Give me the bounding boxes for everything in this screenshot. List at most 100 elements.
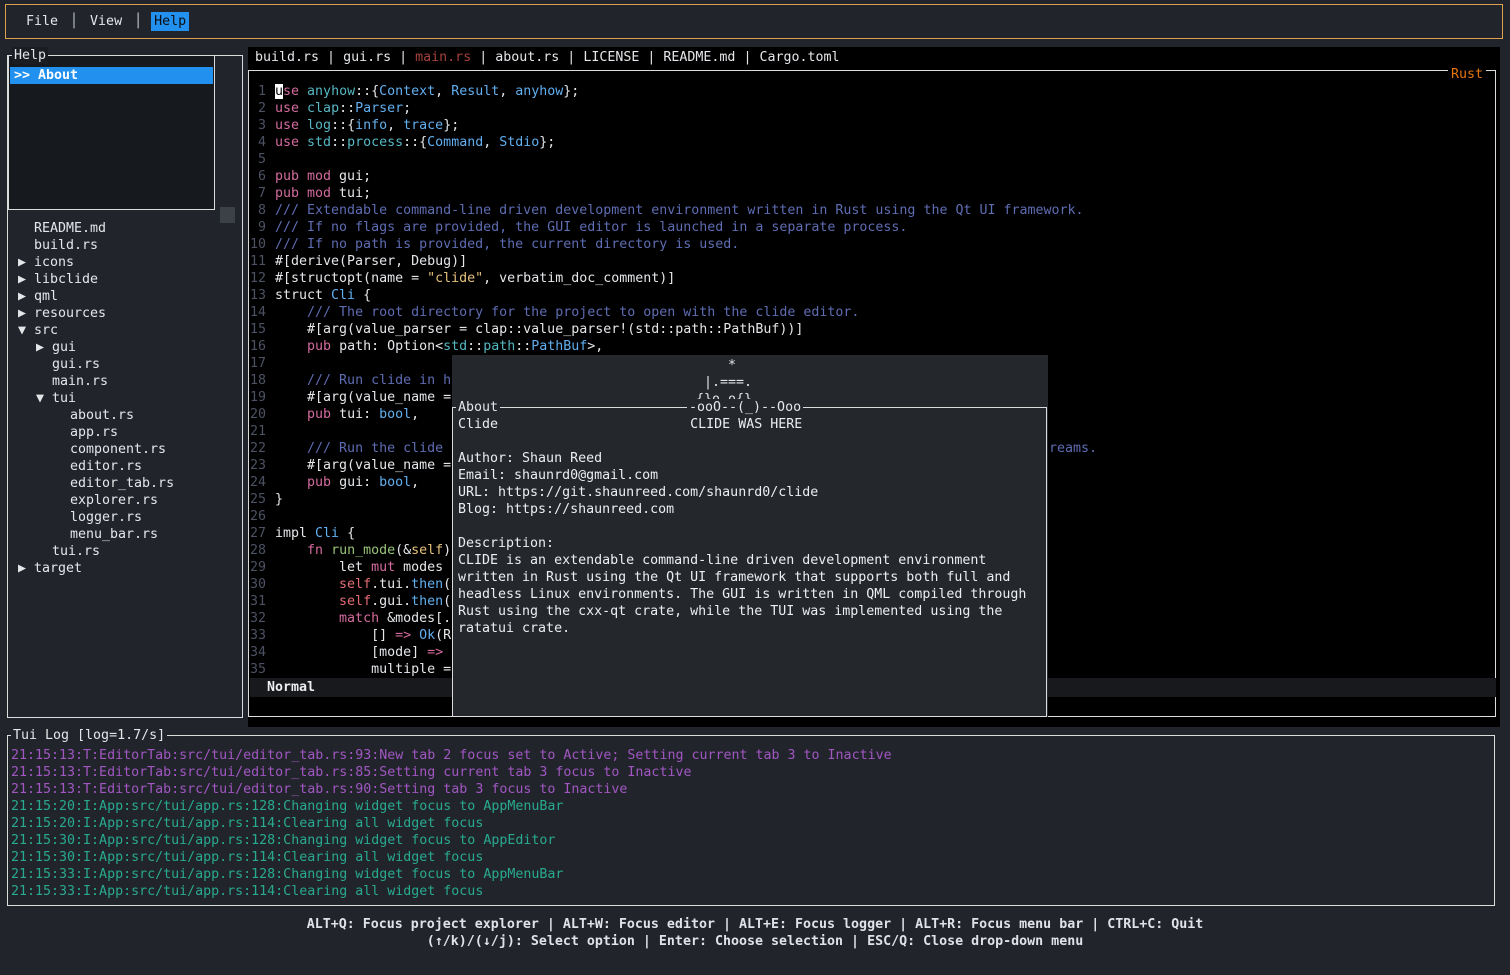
file-tree-item-label: main.rs (52, 374, 108, 389)
about-dialog-border: About -ooO--(_)--Ooo Clide CLIDE WAS HER… (452, 407, 1047, 717)
file-tree-item-gui[interactable]: ▶gui (36, 339, 76, 356)
vim-mode-indicator: Normal (267, 679, 315, 696)
code-line-28: 28 fn run_mode(&self) (250, 542, 451, 559)
line-number: 19 (250, 389, 266, 406)
line-number: 25 (250, 491, 266, 508)
dropdown-title: Help (12, 47, 48, 64)
line-number: 11 (250, 253, 266, 270)
file-tree-item-label: component.rs (70, 442, 166, 457)
code-line-16: 16 pub path: Option<std::path::PathBuf>, (250, 338, 603, 355)
menu-item-view[interactable]: View (87, 12, 125, 31)
shortcut-line-1: ALT+Q: Focus project explorer | ALT+W: F… (0, 916, 1510, 933)
file-tree-item-label: tui (52, 391, 76, 406)
tab-about.rs[interactable]: about.rs (495, 49, 559, 66)
code-line-1: 1use anyhow::{Context, Result, anyhow}; (250, 83, 579, 100)
code-line-2: 2use clap::Parser; (250, 100, 411, 117)
log-panel[interactable]: Tui Log [log=1.7/s] 21:15:13:T:EditorTab… (7, 735, 1495, 906)
log-entry-info: 21:15:33:I:App:src/tui/app.rs:128:Changi… (11, 866, 892, 883)
file-tree-item-menu_bar.rs[interactable]: menu_bar.rs (54, 526, 158, 543)
tab-LICENSE[interactable]: LICENSE (583, 49, 639, 66)
tab-separator: | (559, 49, 583, 66)
line-number: 22 (250, 440, 266, 457)
folder-collapsed-icon[interactable]: ▶ (18, 254, 34, 271)
tab-README.md[interactable]: README.md (663, 49, 735, 66)
file-tree-item-editor.rs[interactable]: editor.rs (54, 458, 142, 475)
file-tree-item-app.rs[interactable]: app.rs (54, 424, 118, 441)
tab-main.rs[interactable]: main.rs (415, 49, 471, 66)
file-tree-item-main.rs[interactable]: main.rs (36, 373, 108, 390)
file-tree-item-src[interactable]: ▼src (18, 322, 58, 339)
file-tree-item-icons[interactable]: ▶icons (18, 254, 74, 271)
file-tree-item-label: icons (34, 255, 74, 270)
file-tree-item-explorer.rs[interactable]: explorer.rs (54, 492, 158, 509)
tab-Cargo.toml[interactable]: Cargo.toml (759, 49, 839, 66)
code-line-13: 13struct Cli { (250, 287, 371, 304)
about-dialog-row: headless Linux environments. The GUI is … (458, 586, 1026, 603)
tab-separator: | (391, 49, 415, 66)
file-tree-item-qml[interactable]: ▶qml (18, 288, 58, 305)
folder-open-icon[interactable]: ▼ (36, 390, 52, 407)
code-line-8: 8/// Extendable command-line driven deve… (250, 202, 1084, 219)
line-number: 5 (250, 151, 266, 168)
file-tree-item-README.md[interactable]: README.md (18, 220, 106, 237)
about-dialog-row: Clide CLIDE WAS HERE (458, 416, 1026, 433)
line-number: 13 (250, 287, 266, 304)
folder-collapsed-icon[interactable]: ▶ (18, 560, 34, 577)
about-dialog-row: URL: https://git.shaunreed.com/shaunrd0/… (458, 484, 1026, 501)
file-tree-item-tui[interactable]: ▼tui (36, 390, 76, 407)
folder-open-icon[interactable]: ▼ (18, 322, 34, 339)
log-entry-trace: 21:15:13:T:EditorTab:src/tui/editor_tab.… (11, 781, 892, 798)
folder-collapsed-icon[interactable]: ▶ (18, 271, 34, 288)
file-tree-item-component.rs[interactable]: component.rs (54, 441, 166, 458)
tab-build.rs[interactable]: build.rs (255, 49, 319, 66)
file-tree-item-label: gui (52, 340, 76, 355)
code-line-20: 20 pub tui: bool, (250, 406, 419, 423)
about-dialog-title: About (456, 399, 500, 416)
file-tree-item-label: editor.rs (70, 459, 142, 474)
line-number: 35 (250, 661, 266, 678)
code-line-17: 17 (250, 355, 275, 372)
line-number: 15 (250, 321, 266, 338)
line-number: 33 (250, 627, 266, 644)
about-dialog-content: Clide CLIDE WAS HEREAuthor: Shaun ReedEm… (458, 416, 1026, 637)
line-number: 24 (250, 474, 266, 491)
about-dialog-row: CLIDE is an extendable command-line driv… (458, 552, 1026, 569)
folder-collapsed-icon[interactable]: ▶ (18, 288, 34, 305)
line-number: 30 (250, 576, 266, 593)
file-tree-item-gui.rs[interactable]: gui.rs (36, 356, 100, 373)
dropdown-item-about[interactable]: >> About (10, 67, 213, 84)
file-tree-item-libclide[interactable]: ▶libclide (18, 271, 98, 288)
file-tree-item-build.rs[interactable]: build.rs (18, 237, 98, 254)
code-line-32: 32 match &modes[. (250, 610, 451, 627)
menu-item-file[interactable]: File (23, 12, 61, 31)
menu-item-help[interactable]: Help (151, 12, 189, 31)
explorer-scrollbar-thumb[interactable] (220, 207, 235, 223)
about-dialog-row: Email: shaunrd0@gmail.com (458, 467, 1026, 484)
log-entries: 21:15:13:T:EditorTab:src/tui/editor_tab.… (11, 747, 892, 900)
log-entry-info: 21:15:30:I:App:src/tui/app.rs:114:Cleari… (11, 849, 892, 866)
log-entry-trace: 21:15:13:T:EditorTab:src/tui/editor_tab.… (11, 747, 892, 764)
tab-gui.rs[interactable]: gui.rs (343, 49, 391, 66)
file-tree-item-label: menu_bar.rs (70, 527, 158, 542)
about-dialog-row: Rust using the cxx-qt crate, while the T… (458, 603, 1026, 620)
log-entry-trace: 21:15:13:T:EditorTab:src/tui/editor_tab.… (11, 764, 892, 781)
clide-tui-app: File│View│Help README.mdbuild.rs▶icons▶l… (0, 0, 1510, 975)
code-line-4: 4use std::process::{Command, Stdio}; (250, 134, 555, 151)
code-line-7: 7pub mod tui; (250, 185, 371, 202)
file-tree-item-logger.rs[interactable]: logger.rs (54, 509, 142, 526)
file-tree-item-editor_tab.rs[interactable]: editor_tab.rs (54, 475, 174, 492)
file-tree-item-tui.rs[interactable]: tui.rs (36, 543, 100, 560)
line-number: 18 (250, 372, 266, 389)
help-dropdown-menu[interactable]: Help >> About (8, 55, 215, 210)
file-tree-item-resources[interactable]: ▶resources (18, 305, 106, 322)
folder-collapsed-icon[interactable]: ▶ (18, 305, 34, 322)
code-line-29: 29 let mut modes (250, 559, 451, 576)
file-tree-item-label: tui.rs (52, 544, 100, 559)
folder-collapsed-icon[interactable]: ▶ (36, 339, 52, 356)
file-tree-item-about.rs[interactable]: about.rs (54, 407, 134, 424)
line-number: 14 (250, 304, 266, 321)
file-tree-item-label: gui.rs (52, 357, 100, 372)
line-number: 9 (250, 219, 266, 236)
file-tree-item-label: app.rs (70, 425, 118, 440)
file-tree-item-target[interactable]: ▶target (18, 560, 82, 577)
